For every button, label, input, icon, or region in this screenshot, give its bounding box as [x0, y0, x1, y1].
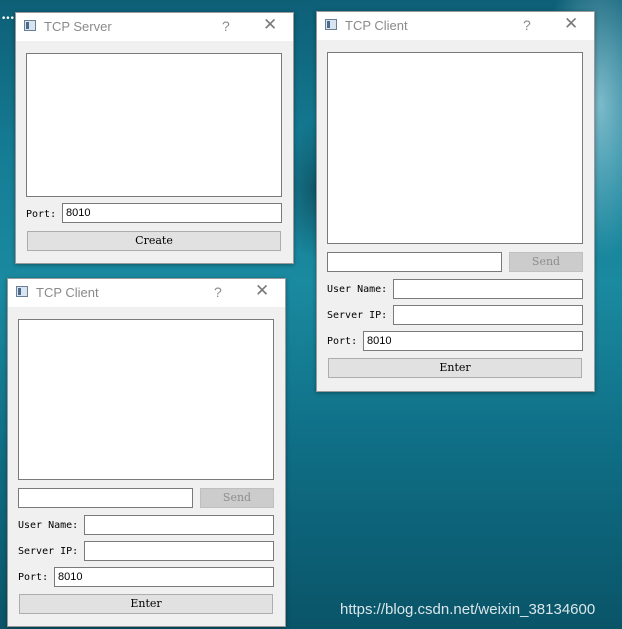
username-input[interactable]	[84, 515, 274, 535]
server-ip-input[interactable]	[84, 541, 274, 561]
port-label: Port:	[26, 209, 57, 220]
enter-button[interactable]: Enter	[328, 358, 582, 378]
desktop-dots: •••	[1, 14, 15, 24]
chat-log-area[interactable]	[18, 319, 274, 480]
port-input[interactable]: 8010	[62, 203, 282, 223]
window-title: TCP Client	[36, 285, 99, 300]
create-button[interactable]: Create	[27, 231, 281, 251]
send-button[interactable]: Send	[509, 252, 583, 272]
watermark-url: https://blog.csdn.net/weixin_38134600	[340, 601, 596, 618]
username-label: User Name:	[327, 284, 388, 295]
title-bar[interactable]: TCP Client ? ✕	[317, 12, 594, 40]
window-title: TCP Server	[44, 19, 112, 34]
close-icon[interactable]: ✕	[255, 281, 269, 301]
message-input[interactable]	[327, 252, 502, 272]
message-input[interactable]	[18, 488, 193, 508]
close-icon[interactable]: ✕	[263, 15, 277, 35]
port-label: Port:	[18, 572, 49, 583]
server-ip-label: Server IP:	[327, 310, 388, 321]
tcp-client-window-left: TCP Client ? ✕ Send User Name: Server IP…	[7, 278, 286, 627]
chat-log-area[interactable]	[327, 52, 583, 244]
username-input[interactable]	[393, 279, 583, 299]
close-icon[interactable]: ✕	[564, 14, 578, 34]
port-input[interactable]: 8010	[363, 331, 583, 351]
tcp-client-window-right: TCP Client ? ✕ Send User Name: Server IP…	[316, 11, 595, 392]
server-ip-label: Server IP:	[18, 546, 79, 557]
send-button[interactable]: Send	[200, 488, 274, 508]
port-label: Port:	[327, 336, 358, 347]
server-log-area[interactable]	[26, 53, 282, 197]
username-label: User Name:	[18, 520, 79, 531]
window-title: TCP Client	[345, 18, 408, 33]
server-ip-input[interactable]	[393, 305, 583, 325]
window-app-icon	[24, 20, 36, 31]
window-app-icon	[325, 19, 337, 30]
port-input[interactable]: 8010	[54, 567, 274, 587]
enter-button[interactable]: Enter	[19, 594, 273, 614]
help-button[interactable]: ?	[214, 284, 222, 300]
help-button[interactable]: ?	[222, 18, 230, 34]
title-bar[interactable]: TCP Server ? ✕	[16, 13, 293, 41]
help-button[interactable]: ?	[523, 17, 531, 33]
tcp-server-window: TCP Server ? ✕ Port: 8010 Create	[15, 12, 294, 264]
title-bar[interactable]: TCP Client ? ✕	[8, 279, 285, 307]
window-app-icon	[16, 286, 28, 297]
